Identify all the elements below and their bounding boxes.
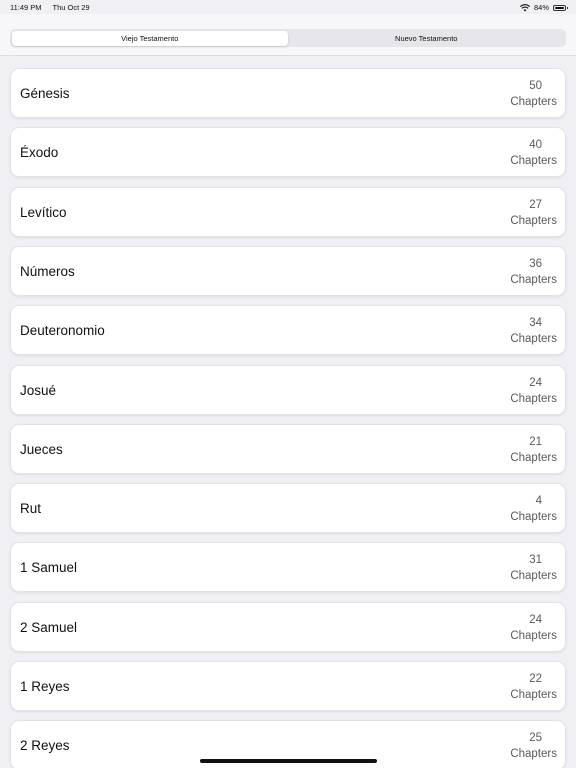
chapter-info: 40 Chapters — [497, 137, 557, 169]
chapter-label: Chapters — [510, 629, 557, 642]
chapter-count: 34 — [529, 317, 542, 330]
chapter-count: 24 — [529, 613, 542, 626]
battery-percent: 84% — [533, 3, 549, 12]
book-row[interactable]: Josué 24 Chapters — [10, 364, 566, 415]
book-row[interactable]: 2 Samuel 24 Chapters — [10, 601, 566, 652]
book-row[interactable]: Levítico 27 Chapters — [10, 186, 566, 237]
chapter-info: 34 Chapters — [497, 315, 557, 347]
book-row[interactable]: Génesis 50 Chapters — [10, 68, 566, 118]
book-row[interactable]: 1 Samuel 31 Chapters — [10, 542, 566, 593]
chapter-info: 27 Chapters — [497, 197, 557, 229]
chapter-info: 24 Chapters — [497, 612, 557, 644]
chapter-info: 31 Chapters — [497, 552, 557, 584]
battery-icon — [553, 4, 568, 11]
chapter-info: 22 Chapters — [497, 671, 557, 703]
chapter-label: Chapters — [510, 392, 557, 405]
chapter-info: 50 Chapters — [497, 78, 557, 110]
chapter-count: 24 — [529, 376, 542, 389]
testament-segmented-control: Viejo Testamento Nuevo Testamento — [10, 29, 566, 47]
segment-nuevo-testamento[interactable]: Nuevo Testamento — [288, 31, 565, 46]
chapter-info: 24 Chapters — [497, 375, 557, 407]
book-row[interactable]: Números 36 Chapters — [10, 245, 566, 296]
chapter-label: Chapters — [510, 570, 557, 583]
chapter-label: Chapters — [510, 748, 557, 761]
chapter-label: Chapters — [510, 155, 557, 168]
book-name: Rut — [20, 501, 42, 517]
book-name: 2 Samuel — [20, 619, 78, 635]
book-name: Jueces — [20, 441, 63, 457]
chapter-count: 36 — [529, 257, 542, 270]
book-name: Deuteronomio — [20, 323, 105, 339]
chapter-info: 21 Chapters — [497, 434, 557, 466]
chapter-label: Chapters — [510, 689, 557, 701]
header: Viejo Testamento Nuevo Testamento — [0, 14, 576, 56]
chapter-count: 31 — [529, 554, 542, 567]
book-row[interactable]: Rut 4 Chapters — [10, 483, 566, 534]
chapter-info: 4 Chapters — [497, 493, 557, 525]
battery-fill — [555, 6, 565, 9]
status-time: 11:49 PM — [10, 3, 42, 12]
chapter-label: Chapters — [510, 273, 557, 286]
chapter-label: Chapters — [510, 214, 557, 227]
book-name: Éxodo — [20, 145, 59, 161]
chapter-count: 50 — [529, 80, 542, 92]
status-date: Thu Oct 29 — [52, 3, 90, 12]
chapter-label: Chapters — [510, 451, 557, 464]
chapter-label: Chapters — [510, 333, 557, 346]
chapter-label: Chapters — [510, 511, 557, 524]
book-name: 1 Reyes — [20, 679, 70, 694]
book-row[interactable]: Deuteronomio 34 Chapters — [10, 305, 566, 356]
chapter-info: 36 Chapters — [497, 256, 557, 288]
book-row[interactable]: 1 Reyes 22 Chapters — [10, 661, 566, 711]
chapter-count: 40 — [529, 139, 542, 152]
wifi-icon — [519, 3, 530, 11]
chapter-count: 4 — [535, 495, 542, 508]
book-row[interactable]: Jueces 21 Chapters — [10, 423, 566, 474]
book-name: Génesis — [20, 86, 70, 101]
book-name: 2 Reyes — [20, 738, 70, 754]
segment-viejo-testamento[interactable]: Viejo Testamento — [11, 30, 288, 46]
chapter-info: 25 Chapters — [497, 730, 557, 762]
book-row[interactable]: Éxodo 40 Chapters — [10, 127, 566, 178]
book-name: 1 Samuel — [20, 560, 78, 576]
home-indicator[interactable] — [200, 759, 377, 763]
book-name: Josué — [20, 382, 57, 398]
status-right: 84% — [519, 3, 568, 12]
chapter-count: 22 — [529, 673, 542, 685]
status-left: 11:49 PM Thu Oct 29 — [10, 3, 99, 12]
chapter-count: 27 — [529, 198, 542, 211]
chapter-label: Chapters — [510, 96, 557, 108]
chapter-count: 21 — [529, 435, 542, 448]
book-name: Números — [20, 263, 75, 279]
status-bar: 11:49 PM Thu Oct 29 84% — [0, 0, 576, 14]
chapter-count: 25 — [529, 732, 542, 745]
book-name: Levítico — [20, 204, 67, 220]
